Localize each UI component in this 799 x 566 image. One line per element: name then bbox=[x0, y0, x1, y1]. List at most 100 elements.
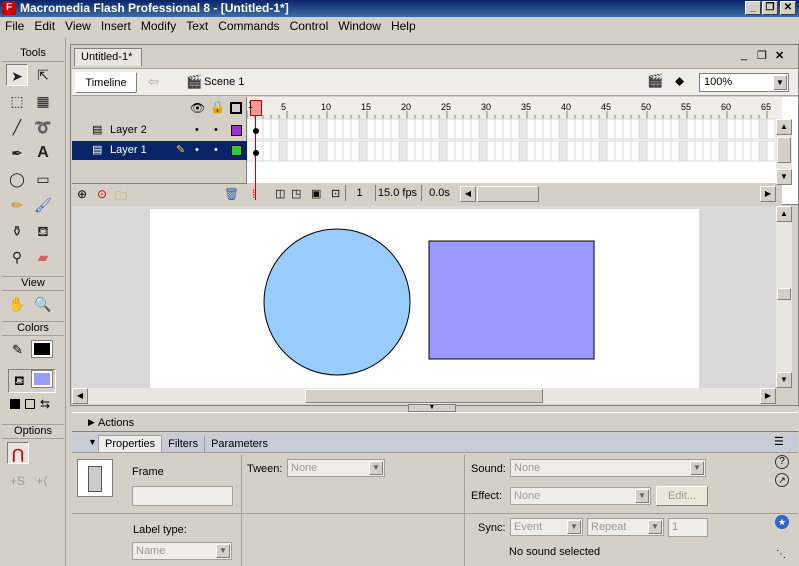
doc-restore-icon[interactable]: ❐ bbox=[757, 49, 767, 62]
zoom-select[interactable]: 100% ▼ bbox=[699, 73, 789, 92]
menu-text[interactable]: Text bbox=[181, 17, 213, 33]
collapse-panel-icon[interactable]: ▼ bbox=[408, 404, 456, 412]
frame-cell[interactable] bbox=[358, 140, 368, 162]
frame-cell[interactable] bbox=[734, 118, 744, 140]
frame-cell[interactable] bbox=[342, 118, 352, 140]
eyedropper-tool-icon[interactable]: ⚲ bbox=[6, 246, 28, 268]
stage-scroll-up-icon[interactable]: ▲ bbox=[776, 206, 792, 222]
frame-cell[interactable] bbox=[734, 140, 744, 162]
frame-cell[interactable] bbox=[398, 118, 408, 140]
effect-select[interactable]: None ▼ bbox=[510, 487, 651, 505]
frame-label-input[interactable] bbox=[132, 486, 233, 506]
doc-close-icon[interactable]: ✕ bbox=[775, 49, 784, 62]
menu-help[interactable]: Help bbox=[386, 17, 421, 33]
sync-select[interactable]: Event ▼ bbox=[510, 518, 583, 536]
layer-color-swatch[interactable] bbox=[231, 145, 242, 156]
frame-cell[interactable] bbox=[318, 140, 328, 162]
tab-properties[interactable]: Properties bbox=[98, 435, 163, 452]
menu-window[interactable]: Window bbox=[333, 17, 386, 33]
frame-cell[interactable] bbox=[590, 140, 600, 162]
frame-cell[interactable] bbox=[286, 140, 296, 162]
back-arrow-icon[interactable]: ⇦ bbox=[148, 74, 159, 90]
frame-cell[interactable] bbox=[382, 118, 392, 140]
frame-cell[interactable] bbox=[694, 118, 704, 140]
frame-cell[interactable] bbox=[718, 118, 728, 140]
timeline-scroll-left-icon[interactable]: ◀ bbox=[460, 186, 476, 202]
frame-cell[interactable] bbox=[582, 118, 592, 140]
fill-color-swatch[interactable] bbox=[31, 370, 53, 388]
frame-cell[interactable] bbox=[310, 140, 320, 162]
label-type-dropdown-icon[interactable]: ▼ bbox=[216, 544, 230, 558]
brush-tool-icon[interactable]: 🖌 bbox=[32, 194, 54, 216]
frame-cell[interactable] bbox=[766, 140, 776, 162]
frame-cell[interactable] bbox=[270, 118, 280, 140]
frame-cell[interactable] bbox=[326, 140, 336, 162]
frame-cell[interactable] bbox=[558, 118, 568, 140]
frame-cell[interactable] bbox=[726, 118, 736, 140]
oval-tool-icon[interactable]: ◯ bbox=[6, 168, 28, 190]
repeat-count-input[interactable]: 1 bbox=[668, 518, 708, 537]
lock-dot[interactable]: • bbox=[214, 121, 218, 140]
outline-icon[interactable] bbox=[230, 102, 242, 114]
frame-cell[interactable] bbox=[670, 140, 680, 162]
menu-commands[interactable]: Commands bbox=[213, 17, 284, 33]
doc-minimize-icon[interactable]: _ bbox=[741, 49, 747, 61]
frame-cell[interactable] bbox=[406, 140, 416, 162]
pencil-tool-icon[interactable]: ✏ bbox=[6, 194, 28, 216]
black-white-icon[interactable] bbox=[10, 399, 20, 409]
lock-icon[interactable]: 🔒 bbox=[210, 100, 225, 114]
frame-cell[interactable] bbox=[678, 140, 688, 162]
frame-cell[interactable] bbox=[662, 140, 672, 162]
add-motion-guide-icon[interactable]: ⊙ bbox=[97, 187, 107, 201]
frame-cell[interactable] bbox=[390, 140, 400, 162]
frame-cell[interactable] bbox=[686, 118, 696, 140]
frame-cell[interactable] bbox=[574, 140, 584, 162]
lock-dot[interactable]: • bbox=[214, 141, 218, 160]
frame-cell[interactable] bbox=[294, 118, 304, 140]
timeline-h-thumb[interactable] bbox=[477, 186, 539, 202]
frame-cell[interactable] bbox=[750, 118, 760, 140]
timeline-scroll-right-icon[interactable]: ▶ bbox=[760, 186, 776, 202]
collapse-arrow-icon[interactable]: ▼ bbox=[88, 437, 97, 447]
open-panel-icon[interactable]: ↗ bbox=[775, 473, 789, 487]
tab-filters[interactable]: Filters bbox=[162, 436, 204, 452]
frame-cell[interactable] bbox=[558, 140, 568, 162]
sync-dropdown-icon[interactable]: ▼ bbox=[567, 520, 581, 534]
frame-cell[interactable] bbox=[654, 118, 664, 140]
help-icon[interactable]: ? bbox=[775, 455, 789, 469]
timeline-button[interactable]: Timeline bbox=[75, 72, 137, 93]
frame-cell[interactable] bbox=[758, 118, 768, 140]
eye-icon[interactable]: 👁 bbox=[190, 101, 205, 115]
center-frame-icon[interactable]: ⁞ bbox=[252, 187, 255, 201]
frame-cell[interactable] bbox=[478, 118, 488, 140]
layer-row[interactable]: ▤ Layer 2 • • bbox=[72, 121, 247, 140]
frame-cell[interactable] bbox=[414, 118, 424, 140]
restore-icon[interactable]: ❐ bbox=[762, 1, 778, 15]
frame-cell[interactable] bbox=[742, 140, 752, 162]
swap-colors-icon[interactable]: ⇆ bbox=[40, 397, 50, 411]
frame-cell[interactable] bbox=[686, 140, 696, 162]
frame-cell[interactable] bbox=[358, 118, 368, 140]
no-color-icon[interactable] bbox=[25, 399, 35, 409]
onion-outlines-icon[interactable]: ◳ bbox=[291, 187, 301, 200]
frame-cell[interactable] bbox=[454, 118, 464, 140]
edit-multiple-frames-icon[interactable]: ▣ bbox=[311, 187, 321, 200]
frame-cell[interactable] bbox=[302, 140, 312, 162]
frame-cell[interactable] bbox=[630, 118, 640, 140]
frame-cell[interactable] bbox=[574, 118, 584, 140]
frame-cell[interactable] bbox=[646, 118, 656, 140]
repeat-dropdown-icon[interactable]: ▼ bbox=[648, 520, 662, 534]
eraser-tool-icon[interactable]: ▰ bbox=[32, 246, 54, 268]
frame-cell[interactable] bbox=[622, 140, 632, 162]
fill-transform-tool-icon[interactable]: ▦ bbox=[32, 90, 54, 112]
frame-cell[interactable] bbox=[582, 140, 592, 162]
timeline-scroll-up-icon[interactable]: ▲ bbox=[776, 119, 792, 135]
visibility-dot[interactable]: • bbox=[195, 141, 199, 160]
frame-cell[interactable] bbox=[750, 140, 760, 162]
frame-cell[interactable] bbox=[350, 118, 360, 140]
frame-cell[interactable] bbox=[398, 140, 408, 162]
frame-cell[interactable] bbox=[758, 140, 768, 162]
edit-scene-icon[interactable]: 🎬 bbox=[647, 73, 663, 89]
frame-cell[interactable] bbox=[614, 118, 624, 140]
frame-cell[interactable] bbox=[654, 140, 664, 162]
